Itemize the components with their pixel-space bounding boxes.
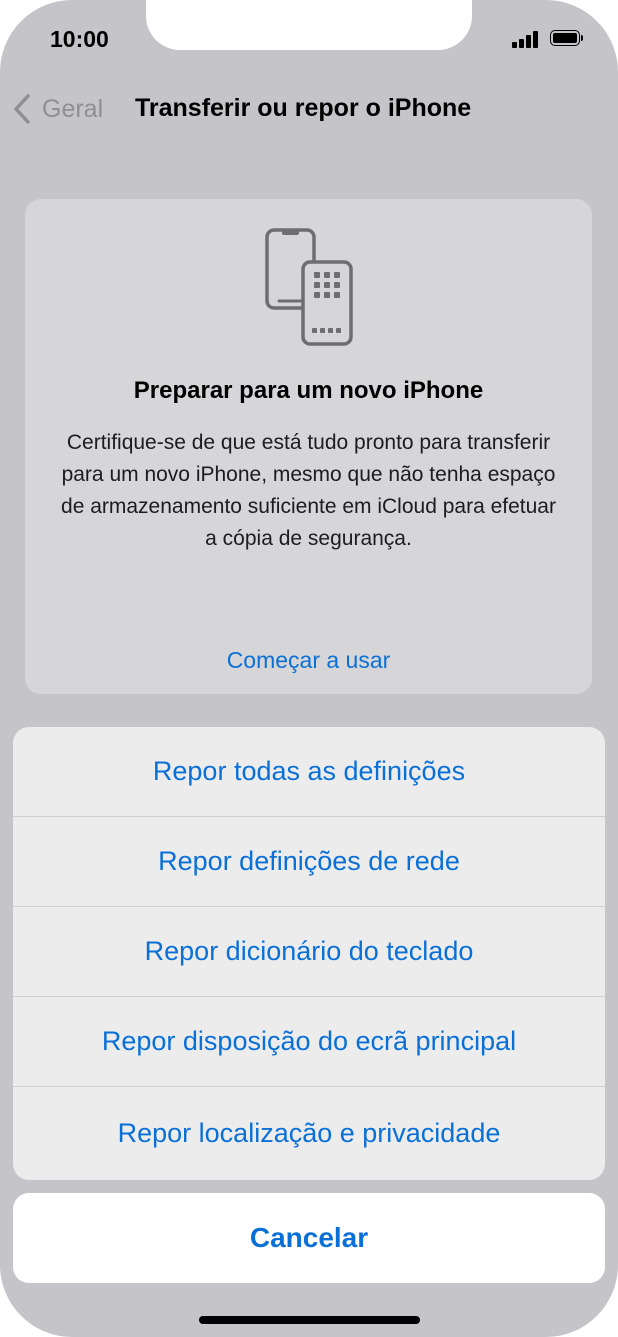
phone-screen: 10:00 Geral Transferir ou repor o iPhone [0,0,618,1337]
home-indicator[interactable] [199,1316,420,1324]
battery-icon [550,30,585,48]
reset-keyboard-dictionary-button[interactable]: Repor dicionário do teclado [13,907,605,997]
card-title: Preparar para um novo iPhone [133,377,484,404]
cancel-button[interactable]: Cancelar [13,1193,605,1283]
get-started-link[interactable]: Começar a usar [25,647,592,674]
card-description: Certifique-se de que está tudo pronto pa… [61,431,556,550]
reset-action-sheet: Repor todas as definições Repor definiçõ… [13,727,605,1180]
reset-network-settings-button[interactable]: Repor definições de rede [13,817,605,907]
notch [146,0,472,50]
reset-all-settings-button[interactable]: Repor todas as definições [13,727,605,817]
prepare-new-iphone-card: Preparar para um novo iPhone Certifique-… [25,199,592,694]
back-button[interactable]: Geral [12,92,103,126]
back-button-label: Geral [42,94,104,123]
reset-location-privacy-button[interactable]: Repor localização e privacidade [13,1087,605,1180]
chevron-left-icon [14,94,30,124]
two-phones-transfer-icon [265,228,353,346]
reset-home-screen-layout-button[interactable]: Repor disposição do ecrã principal [13,997,605,1087]
status-time: 10:00 [50,26,109,52]
cellular-signal-icon [512,31,542,48]
navigation-bar: Geral Transferir ou repor o iPhone [0,86,618,132]
page-title: Transferir ou repor o iPhone [135,94,472,122]
